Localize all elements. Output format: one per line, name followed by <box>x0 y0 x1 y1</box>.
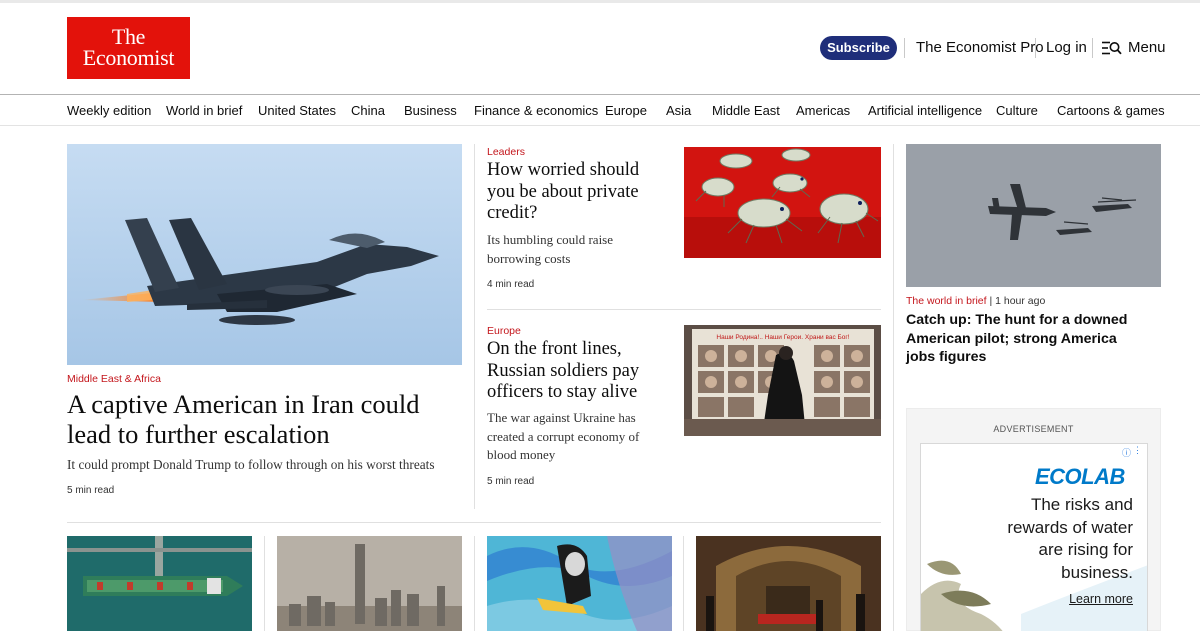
nav-culture[interactable]: Culture <box>996 103 1038 118</box>
story2-headline-line-2: you be about private <box>487 181 639 202</box>
skyline-image[interactable] <box>277 536 462 631</box>
row-divider <box>67 522 881 523</box>
economist-logo[interactable]: The Economist <box>67 17 190 79</box>
nav-americas[interactable]: Americas <box>796 103 850 118</box>
billboard-text: Наши Родина!.. Наши Герои. Храни вас Бог… <box>716 334 849 341</box>
tanker-image[interactable] <box>67 536 252 631</box>
story3-dek-line-3: blood money <box>487 447 556 462</box>
menu-button[interactable]: Menu <box>1128 39 1166 56</box>
top-rule <box>0 0 1200 3</box>
subscribe-button[interactable]: Subscribe <box>820 36 897 60</box>
logo-line-1: The <box>111 24 146 49</box>
ad-label: ADVERTISEMENT <box>993 424 1074 434</box>
nav-united-states[interactable]: United States <box>258 103 336 118</box>
nav-china[interactable]: China <box>351 103 385 118</box>
brief-headline[interactable]: Catch up: The hunt for a downed American… <box>906 311 1146 367</box>
story3-headline-line-2: Russian soldiers pay <box>487 360 640 381</box>
economist-pro-link[interactable]: The Economist Pro <box>916 39 1044 56</box>
nav-business[interactable]: Business <box>404 103 457 118</box>
header-divider <box>1092 38 1093 58</box>
search-menu-icon[interactable] <box>1102 41 1122 55</box>
church-image[interactable] <box>696 536 881 631</box>
story3-dek: The war against Ukraine has created a co… <box>487 409 672 465</box>
nav-weekly-edition[interactable]: Weekly edition <box>67 103 151 118</box>
ad-options-icon[interactable]: ⋮ <box>1133 445 1142 456</box>
header-divider <box>1035 38 1036 58</box>
nav-asia[interactable]: Asia <box>666 103 691 118</box>
ad-copy: The risks and rewards of water are risin… <box>1007 495 1133 582</box>
advertisement: ADVERTISEMENT ⓘ ⋮ ECOLAB The risks and r… <box>906 408 1161 631</box>
lead-read-time: 5 min read <box>67 485 115 496</box>
story2-dek-line-2: borrowing costs <box>487 250 571 266</box>
right-column-divider <box>893 144 894 631</box>
story3-dek-line-1: The war against Ukraine has <box>487 410 636 425</box>
story3-headline-line-3: officers to stay alive <box>487 382 638 402</box>
ad-info-icon[interactable]: ⓘ <box>1122 446 1131 459</box>
lead-story-image[interactable] <box>67 144 462 365</box>
brief-kicker: The world in brief | 1 hour ago <box>906 295 1046 307</box>
story3-image[interactable]: Наши Родина!.. Наши Герои. Храни вас Бог… <box>684 325 881 436</box>
nav-cartoons-games[interactable]: Cartoons & games <box>1057 103 1165 118</box>
brief-timestamp: 1 hour ago <box>995 295 1046 307</box>
ad-learn-more-link[interactable]: Learn more <box>1069 592 1133 606</box>
nav-middle-east[interactable]: Middle East <box>712 103 780 118</box>
lead-headline-line-2: lead to further escalation <box>67 419 330 449</box>
story2-read-time: 4 min read <box>487 279 535 290</box>
nav-artificial-intelligence[interactable]: Artificial intelligence <box>868 103 982 118</box>
story2-headline[interactable]: How worried should you be about private … <box>487 160 672 225</box>
story2-image[interactable] <box>684 147 881 258</box>
lead-headline[interactable]: A captive American in Iran could lead to… <box>67 389 467 449</box>
story2-headline-line-1: How worried should <box>487 160 640 180</box>
nav-world-in-brief[interactable]: World in brief <box>166 103 242 118</box>
story3-headline-line-1: On the front lines, <box>487 339 622 359</box>
story3-read-time: 5 min read <box>487 476 535 487</box>
brief-image[interactable] <box>906 144 1161 287</box>
story2-headline-line-3: credit? <box>487 203 538 223</box>
lead-dek: It could prompt Donald Trump to follow t… <box>67 457 435 472</box>
brief-section-link[interactable]: The world in brief <box>906 295 987 307</box>
tile-divider <box>474 536 475 631</box>
section-nav: Weekly edition World in brief United Sta… <box>0 94 1200 126</box>
ad-brand-logo: ECOLAB <box>1035 464 1125 489</box>
story-divider <box>487 309 881 310</box>
story2-kicker[interactable]: Leaders <box>487 146 525 158</box>
column-divider <box>474 144 475 509</box>
story3-dek-line-2: created a corrupt economy of <box>487 428 640 444</box>
story2-dek: Its humbling could raise borrowing costs <box>487 231 672 268</box>
nav-europe[interactable]: Europe <box>605 103 647 118</box>
story3-headline[interactable]: On the front lines, Russian soldiers pay… <box>487 339 672 404</box>
tile-divider <box>264 536 265 631</box>
lead-kicker[interactable]: Middle East & Africa <box>67 373 161 385</box>
nav-finance-economics[interactable]: Finance & economics <box>474 103 598 118</box>
login-link[interactable]: Log in <box>1046 39 1087 56</box>
lead-headline-line-1: A captive American in Iran could <box>67 389 420 419</box>
story3-kicker[interactable]: Europe <box>487 325 521 337</box>
tile-divider <box>683 536 684 631</box>
header-divider <box>904 38 905 58</box>
ad-creative[interactable]: ⓘ ⋮ ECOLAB The risks and rewards of wate… <box>920 443 1148 631</box>
cartoon-image[interactable] <box>487 536 672 631</box>
logo-line-2: Economist <box>82 45 175 70</box>
story2-dek-line-1: Its humbling could raise <box>487 232 614 247</box>
